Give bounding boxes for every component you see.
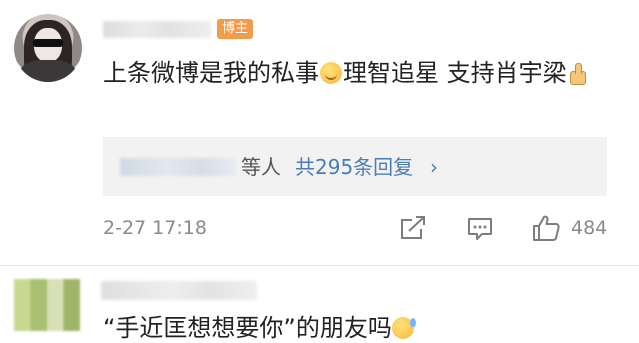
- username-blurred[interactable]: [103, 21, 211, 38]
- reply-names-blurred: [120, 158, 236, 176]
- comment-text-part2: 理智追星 支持肖宇梁: [343, 59, 567, 87]
- view-replies-link[interactable]: 共295条回复: [295, 155, 413, 179]
- commenter-avatar[interactable]: [14, 14, 82, 82]
- comment-timestamp: 2-27 17:18: [103, 217, 207, 239]
- comment-text: 上条微博是我的私事 理智追星 支持肖宇梁: [103, 54, 608, 92]
- like-count: 484: [571, 217, 608, 239]
- smile-emoji-icon: [320, 62, 342, 84]
- owner-badge: 博主: [217, 19, 254, 39]
- username-2-blurred[interactable]: [101, 281, 257, 300]
- comment-icon[interactable]: [466, 216, 494, 242]
- chevron-right-icon[interactable]: ›: [430, 155, 438, 179]
- comment-2-text: “手近匡想想要你”的朋友吗: [103, 313, 416, 343]
- comment-text-part1: 上条微博是我的私事: [103, 59, 319, 87]
- commenter-avatar-2[interactable]: [14, 279, 80, 331]
- thumbs-up-emoji-icon: [568, 61, 588, 85]
- comment-divider: [0, 265, 639, 266]
- share-icon[interactable]: [399, 215, 427, 241]
- sweat-emoji-icon: [391, 317, 416, 339]
- like-icon[interactable]: [531, 213, 561, 243]
- comment-2-text-content: “手近匡想想要你”的朋友吗: [103, 314, 392, 342]
- reply-etc-label: 等人: [241, 155, 281, 179]
